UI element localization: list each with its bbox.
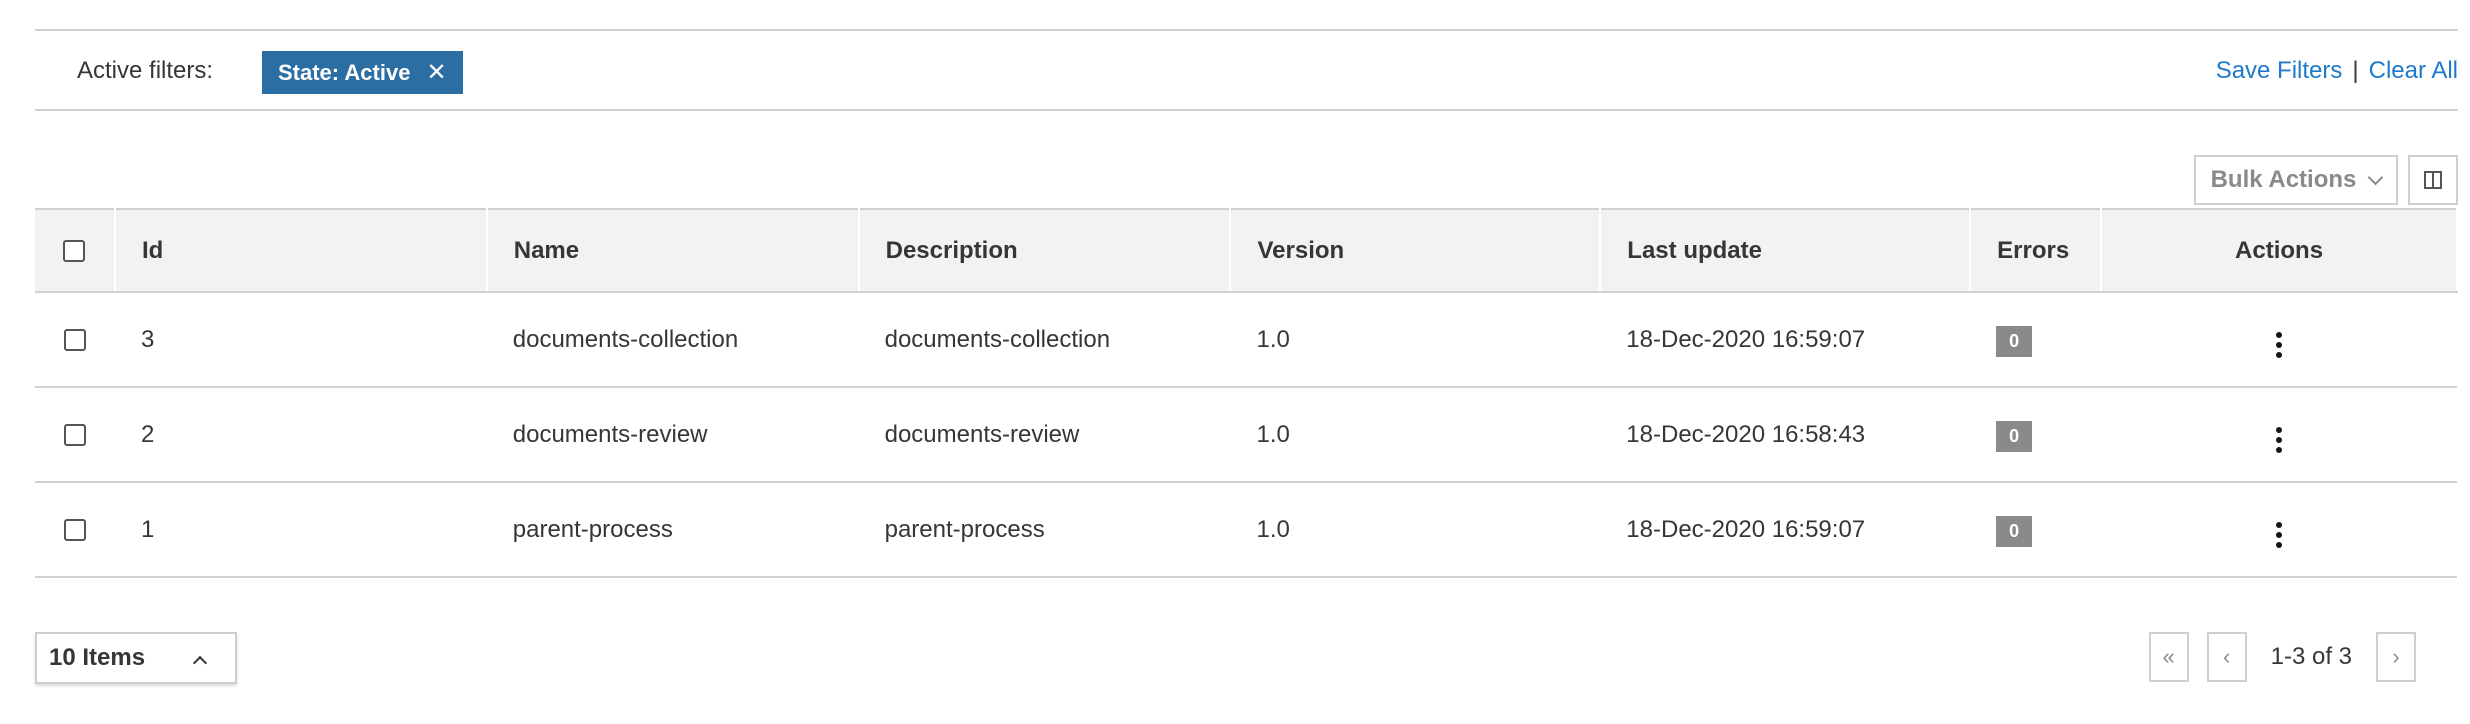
process-list-page: Active filters: State: Active ✕ Save Fil… [35,0,2458,724]
column-header-name[interactable]: Name [486,208,860,293]
columns-icon [2424,171,2442,189]
column-header-last-update[interactable]: Last update [1600,208,1972,293]
bulk-actions-label: Bulk Actions [2210,166,2357,193]
row-select-cell [35,482,115,578]
cell-id: 2 [114,387,487,483]
filter-chip-label: State: Active [278,59,411,85]
cell-name: documents-review [486,387,859,483]
clear-all-link[interactable]: Clear All [2369,57,2458,85]
cell-id: 3 [114,292,487,388]
column-header-id[interactable]: Id [114,208,488,293]
double-chevron-left-icon: « [2162,644,2175,669]
column-header-errors[interactable]: Errors [1970,208,2103,293]
cell-actions [2101,387,2457,483]
errors-badge[interactable]: 0 [1996,516,2033,547]
kebab-menu-icon[interactable] [2268,328,2290,362]
row-checkbox[interactable] [63,424,86,447]
cell-description: documents-collection [858,292,1231,388]
cell-errors: 0 [1970,292,2102,388]
process-table: Id Name Description Version Last update … [35,208,2458,578]
column-header-actions: Actions [2101,208,2458,293]
previous-page-button[interactable]: ‹ [2206,632,2247,682]
per-page-label: 10 Items [49,644,146,671]
cell-name: parent-process [486,482,859,578]
close-icon[interactable]: ✕ [426,60,446,85]
table-row: 2 documents-review documents-review 1.0 … [35,387,2457,483]
chevron-right-icon: › [2392,644,2400,669]
per-page-dropdown[interactable]: 10 Items [35,632,237,684]
save-filters-link[interactable]: Save Filters [2216,57,2343,85]
cell-name: documents-collection [486,292,859,388]
cell-errors: 0 [1970,387,2102,483]
table-row: 3 documents-collection documents-collect… [35,292,2457,388]
active-filters-label: Active filters: [77,57,214,84]
kebab-menu-icon[interactable] [2268,518,2290,552]
chevron-left-icon: ‹ [2222,644,2231,669]
cell-version: 1.0 [1230,387,1601,483]
table-header-row: Id Name Description Version Last update … [35,208,2458,293]
row-checkbox[interactable] [63,329,86,352]
row-select-cell [35,387,115,483]
next-page-button[interactable]: › [2376,632,2416,682]
kebab-menu-icon[interactable] [2268,423,2290,457]
cell-description: parent-process [858,482,1231,578]
select-all-cell [35,208,116,293]
cell-last-update: 18-Dec-2020 16:58:43 [1600,387,1971,483]
cell-version: 1.0 [1230,482,1601,578]
pagination-nav: « ‹ 1-3 of 3 › [2148,632,2416,682]
chevron-up-icon [192,655,208,671]
cell-errors: 0 [1970,482,2102,578]
table-toolbar: Bulk Actions [2194,155,2458,205]
row-checkbox[interactable] [63,519,86,542]
cell-last-update: 18-Dec-2020 16:59:07 [1600,482,1971,578]
errors-badge[interactable]: 0 [1996,421,2033,452]
table-row: 1 parent-process parent-process 1.0 18-D… [35,482,2457,578]
chevron-down-icon [2368,169,2384,185]
row-select-cell [35,292,115,388]
column-header-version[interactable]: Version [1230,208,1602,293]
bulk-actions-button[interactable]: Bulk Actions [2194,155,2398,205]
select-all-checkbox[interactable] [63,240,86,263]
column-header-description[interactable]: Description [858,208,1232,293]
active-filters-bar: Active filters: State: Active ✕ Save Fil… [35,29,2458,111]
cell-last-update: 18-Dec-2020 16:59:07 [1600,292,1971,388]
errors-badge[interactable]: 0 [1996,326,2033,357]
first-page-button[interactable]: « [2148,632,2189,682]
filter-chip-state: State: Active ✕ [262,51,463,94]
filter-actions-separator: | [2352,57,2359,84]
cell-actions [2101,482,2457,578]
cell-id: 1 [114,482,487,578]
cell-actions [2101,292,2457,388]
page-range-label: 1-3 of 3 [2270,643,2352,670]
column-manager-button[interactable] [2408,155,2458,205]
cell-version: 1.0 [1230,292,1601,388]
cell-description: documents-review [858,387,1231,483]
filter-actions: Save Filters | Clear All [2216,57,2458,85]
